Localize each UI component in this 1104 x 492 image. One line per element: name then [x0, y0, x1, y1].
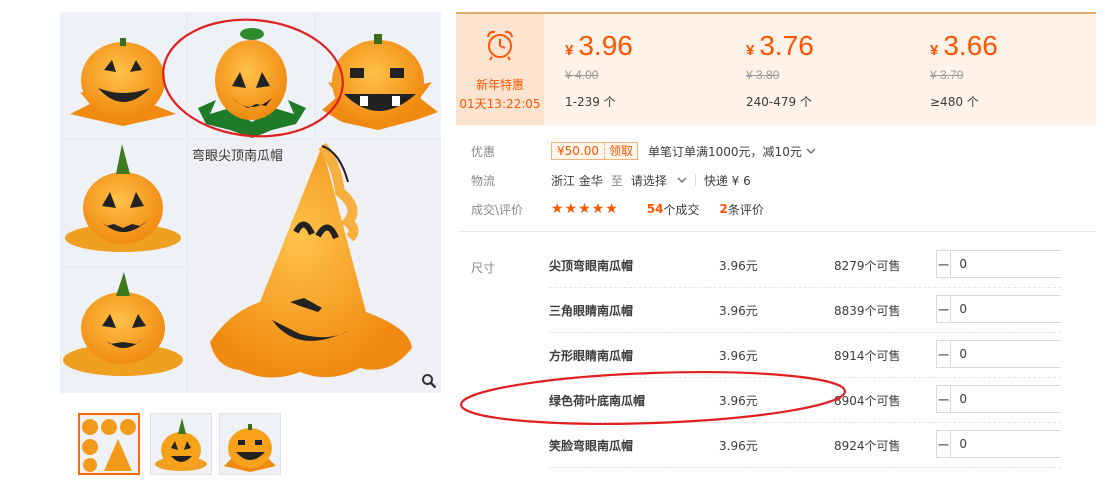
promo-countdown: 01天13:22:05 [459, 97, 541, 111]
quantity-input[interactable] [951, 251, 1104, 277]
coupon-amount: ¥50.00 [552, 143, 605, 159]
decrement-button[interactable]: − [937, 431, 952, 457]
tier-quantity-range: ≥480 个 [930, 95, 979, 109]
sku-price: 3.96元 [719, 304, 758, 318]
sku-stock: 8924个可售 [834, 439, 901, 453]
thumbnail-3[interactable] [219, 413, 281, 475]
sku-row: 方形眼睛南瓜帽 3.96元 8914个可售 − + [549, 333, 1104, 378]
quantity-stepper: − + [936, 340, 1104, 368]
price-tier-3: ¥3.66 ¥ 3.70 ≥480 个 [930, 14, 1104, 125]
to-text: 至 [610, 173, 623, 188]
decrement-button[interactable]: − [937, 341, 952, 367]
price-tier-2: ¥3.76 ¥ 3.80 240-479 个 [746, 14, 926, 125]
sku-price: 3.96元 [719, 349, 758, 363]
quantity-stepper: − + [936, 385, 1104, 413]
tier-price: ¥3.96 [565, 30, 633, 61]
sku-name: 方形眼睛南瓜帽 [549, 349, 634, 363]
tier-price: ¥3.76 [746, 30, 814, 61]
sku-name: 三角眼睛南瓜帽 [549, 304, 634, 318]
main-product-image[interactable]: 弯眼尖顶南瓜帽 [60, 12, 441, 393]
review-count[interactable]: 2 [719, 202, 727, 216]
tier-quantity-range: 1-239 个 [565, 95, 616, 109]
express-fee: 快递 ¥ 6 [703, 173, 751, 188]
promo-title: 新年特惠 [475, 78, 524, 92]
sku-row: 尖顶弯眼南瓜帽 3.96元 8279个可售 − + [549, 243, 1104, 288]
sku-price: 3.96元 [719, 439, 758, 453]
quantity-stepper: − + [936, 250, 1104, 278]
divider [694, 174, 696, 186]
sku-stock: 8904个可售 [834, 394, 901, 408]
review-count-text: 条评价 [727, 202, 764, 217]
quantity-input[interactable] [951, 386, 1104, 412]
promo-box: 新年特惠 01天13:22:05 [456, 14, 544, 125]
zoom-icon[interactable] [418, 370, 440, 392]
coupon-rule: 单笔订单满1000元，减10元 [648, 144, 802, 159]
quantity-input[interactable] [951, 296, 1104, 322]
sku-row: 绿色荷叶底南瓜帽 3.96元 8904个可售 − + [549, 378, 1104, 423]
tier-quantity-range: 240-479 个 [746, 95, 812, 109]
tier-original-price: ¥ 3.80 [746, 68, 780, 82]
sku-price: 3.96元 [719, 259, 758, 273]
rating-stars: ★★★★★ [551, 201, 619, 217]
discount-label: 优惠 [471, 144, 496, 159]
sku-row: 三角眼睛南瓜帽 3.96元 8839个可售 − + [549, 288, 1104, 333]
sku-stock: 8279个可售 [834, 259, 901, 273]
quantity-input[interactable] [951, 431, 1104, 457]
chevron-down-icon[interactable] [806, 147, 816, 155]
thumbnail-2[interactable] [150, 413, 212, 475]
alarm-clock-icon [483, 28, 517, 65]
sku-row: 笑脸弯眼南瓜帽 3.96元 8924个可售 − + [549, 423, 1104, 468]
origin-location: 浙江 金华 [551, 173, 603, 188]
destination-select[interactable]: 请选择 [631, 172, 667, 189]
chevron-down-icon[interactable] [677, 176, 687, 184]
tier-price: ¥3.66 [930, 30, 998, 61]
coupon-claim-button[interactable]: 领取 [605, 143, 637, 159]
product-collage-image: 弯眼尖顶南瓜帽 [60, 12, 441, 393]
decrement-button[interactable]: − [937, 386, 952, 412]
section-divider [458, 231, 1096, 232]
sku-name: 绿色荷叶底南瓜帽 [549, 394, 646, 408]
sku-stock: 8839个可售 [834, 304, 901, 318]
quantity-stepper: − + [936, 295, 1104, 323]
quantity-input[interactable] [951, 341, 1104, 367]
sku-name: 笑脸弯眼南瓜帽 [549, 439, 634, 453]
main-caption: 弯眼尖顶南瓜帽 [192, 148, 283, 164]
deal-count[interactable]: 54 [647, 202, 664, 216]
thumbnail-1[interactable] [78, 413, 140, 475]
coupon-tag[interactable]: ¥50.00 领取 [551, 142, 639, 160]
price-tier-1: ¥3.96 ¥ 4.00 1-239 个 [565, 14, 745, 125]
tier-original-price: ¥ 3.70 [930, 68, 964, 82]
sku-name: 尖顶弯眼南瓜帽 [549, 259, 634, 273]
sku-stock: 8914个可售 [834, 349, 901, 363]
deals-label: 成交\评价 [471, 202, 524, 217]
logistics-label: 物流 [471, 173, 496, 188]
price-banner: 新年特惠 01天13:22:05 ¥3.96 ¥ 4.00 1-239 个 ¥3… [456, 14, 1096, 125]
tier-original-price: ¥ 4.00 [565, 68, 599, 82]
size-label: 尺寸 [471, 261, 496, 275]
quantity-stepper: − + [936, 430, 1104, 458]
sku-price: 3.96元 [719, 394, 758, 408]
deal-count-text: 个成交 [663, 202, 700, 217]
decrement-button[interactable]: − [937, 251, 952, 277]
decrement-button[interactable]: − [937, 296, 952, 322]
